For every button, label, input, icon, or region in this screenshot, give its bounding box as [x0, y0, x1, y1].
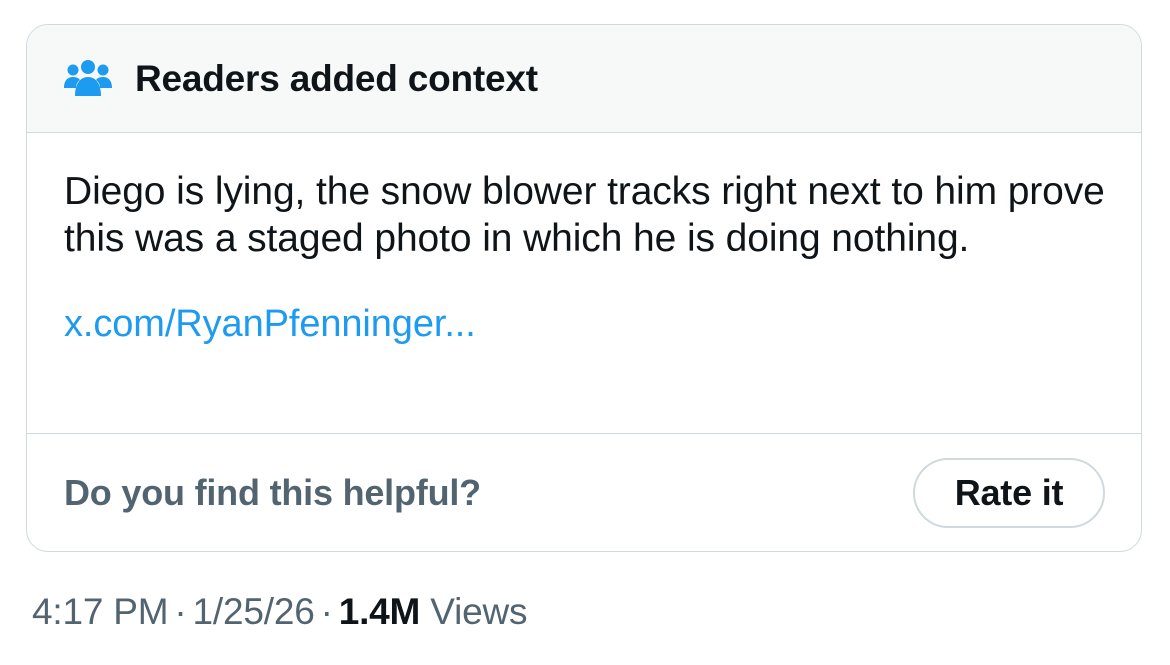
views-label: Views	[430, 591, 528, 632]
meta-separator: ·	[320, 591, 333, 632]
note-header-title: Readers added context	[135, 57, 538, 99]
community-note-card: Readers added context Diego is lying, th…	[26, 24, 1142, 552]
note-header: Readers added context	[27, 25, 1141, 133]
meta-separator: ·	[174, 591, 187, 632]
post-meta: 4:17 PM · 1/25/26 · 1.4M Views	[32, 588, 528, 636]
post-time[interactable]: 4:17 PM	[32, 591, 169, 632]
post-date[interactable]: 1/25/26	[193, 591, 315, 632]
people-group-icon	[63, 57, 113, 101]
note-source-link[interactable]: x.com/RyanPfenninger...	[64, 301, 476, 348]
note-footer: Do you find this helpful? Rate it	[27, 434, 1141, 551]
note-body: Diego is lying, the snow blower tracks r…	[27, 133, 1141, 434]
views-count: 1.4M	[338, 591, 421, 632]
helpful-question: Do you find this helpful?	[64, 471, 481, 513]
note-body-text: Diego is lying, the snow blower tracks r…	[64, 170, 1105, 260]
rate-it-button[interactable]: Rate it	[913, 457, 1105, 528]
